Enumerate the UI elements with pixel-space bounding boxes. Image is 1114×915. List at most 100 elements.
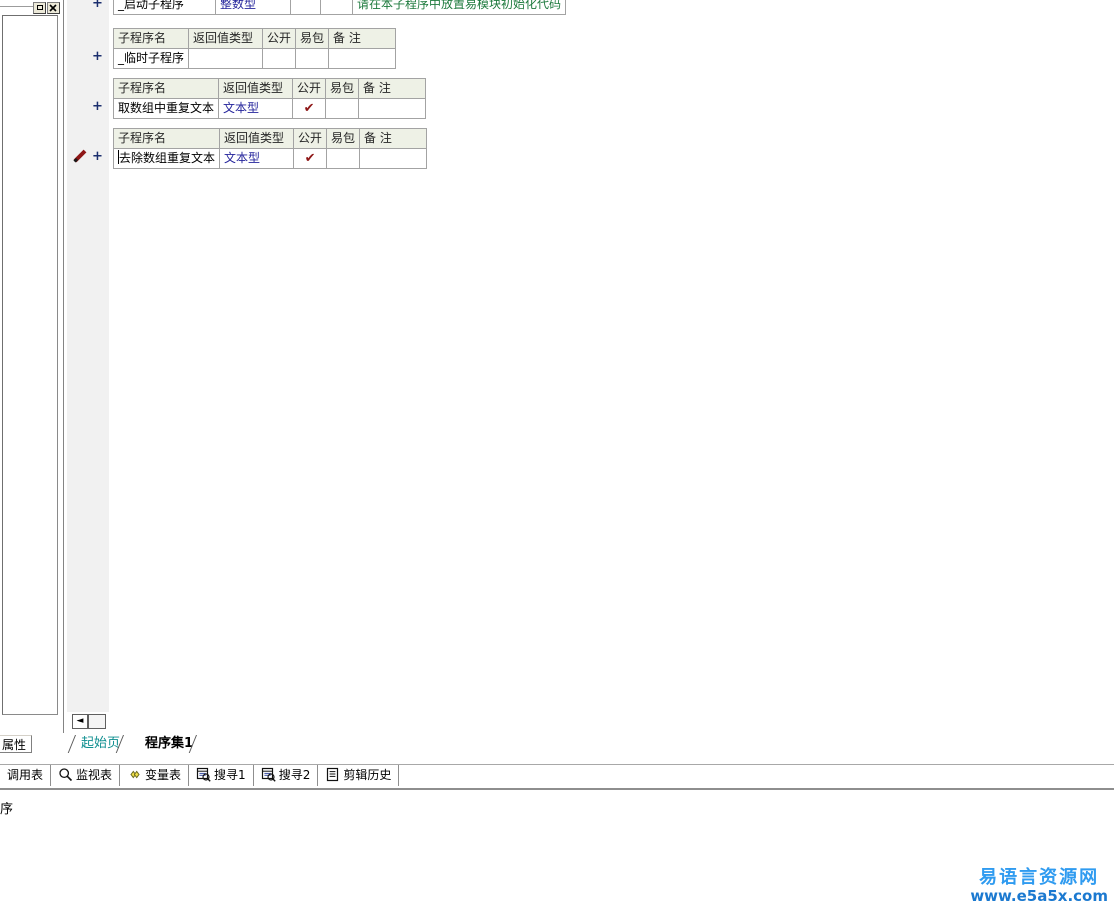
column-header-0: 子程序名	[112, 28, 190, 49]
public-flag-cell[interactable]: ✔	[292, 98, 327, 119]
tabstrip-underline	[67, 754, 1114, 755]
public-flag-cell[interactable]	[262, 48, 297, 69]
clipboard-icon	[325, 767, 340, 782]
left-docked-panel	[0, 0, 61, 733]
column-header-1: 返回值类型	[218, 78, 294, 99]
routine-table[interactable]: 子程序名 返回值类型 公开 易包备 注去除数组重复文本 文本型 ✔	[112, 128, 428, 169]
bottom-tab-1[interactable]: 监视表	[51, 765, 121, 786]
column-header-2: 公开	[292, 78, 327, 99]
routine-block[interactable]: _启动子程序 整数型 请在本子程序中放置易模块初始化代码	[113, 0, 567, 15]
column-header-4: 备 注	[328, 28, 397, 49]
expand-routine-icon[interactable]: +	[92, 0, 103, 10]
routine-name-cell[interactable]: 取数组中重复文本	[112, 98, 220, 119]
bottom-tab-label: 剪辑历史	[343, 768, 392, 782]
find-window-icon	[261, 767, 276, 782]
bottom-tool-tabs: 调用表 监视表 变量表 搜寻1 搜寻2 剪辑历史	[0, 764, 1114, 786]
note-cell[interactable]	[328, 48, 397, 69]
editor-horizontal-scrollbar[interactable]: ◄	[67, 712, 1114, 732]
routine-block[interactable]: 子程序名 返回值类型 公开 易包备 注 _临时子程序	[112, 28, 397, 69]
column-header-3: 易包	[295, 28, 330, 49]
text-caret	[118, 150, 119, 164]
tab-properties[interactable]: 属性	[0, 735, 33, 753]
routine-row[interactable]: _启动子程序 整数型 请在本子程序中放置易模块初始化代码	[113, 0, 567, 15]
expand-routine-icon[interactable]: +	[92, 150, 103, 163]
bottom-tab-label: 搜寻2	[278, 768, 311, 782]
routine-block[interactable]: 子程序名 返回值类型 公开 易包备 注去除数组重复文本 文本型 ✔	[112, 128, 428, 169]
bottom-tab-label: 调用表	[7, 768, 44, 782]
return-type-cell[interactable]: 文本型	[218, 98, 294, 119]
routine-table[interactable]: 子程序名 返回值类型 公开 易包备 注取数组中重复文本 文本型 ✔	[112, 78, 427, 119]
left-panel-content[interactable]	[2, 15, 58, 715]
left-panel-tabstrip: 属性	[0, 733, 61, 755]
routine-name-cell[interactable]: 去除数组重复文本	[112, 148, 221, 169]
expand-routine-icon[interactable]: +	[92, 50, 103, 63]
note-cell[interactable]: 请在本子程序中放置易模块初始化代码	[351, 0, 567, 15]
column-header-4: 备 注	[359, 128, 428, 149]
routine-row[interactable]: 去除数组重复文本 文本型 ✔	[112, 148, 428, 169]
column-header-0: 子程序名	[112, 128, 221, 149]
find-window-icon	[196, 767, 211, 782]
note-cell[interactable]	[358, 98, 427, 119]
routine-row[interactable]: 取数组中重复文本 文本型 ✔	[112, 98, 427, 119]
column-header-2: 公开	[262, 28, 297, 49]
note-cell[interactable]	[359, 148, 428, 169]
tab-left-slash	[71, 735, 80, 752]
public-flag-cell[interactable]	[290, 0, 321, 15]
editor-gutter: + + + +	[67, 0, 110, 712]
easy-package-cell[interactable]	[320, 0, 353, 15]
close-icon[interactable]	[47, 2, 60, 14]
public-flag-cell[interactable]: ✔	[293, 148, 328, 169]
tab-assembly-1-label: 程序集1	[145, 736, 194, 751]
bottom-tab-2[interactable]: 变量表	[120, 765, 190, 786]
bottom-tab-5[interactable]: 剪辑历史	[318, 765, 400, 786]
return-type-cell[interactable]	[188, 48, 264, 69]
titlebar-line	[0, 6, 33, 7]
column-header-1: 返回值类型	[188, 28, 264, 49]
document-tabstrip: 起始页 程序集1	[67, 733, 1114, 755]
hscrollbar-thumb[interactable]	[88, 714, 106, 729]
maximize-icon[interactable]	[33, 2, 46, 14]
close-glyph	[49, 4, 57, 12]
routine-header-row: 子程序名 返回值类型 公开 易包备 注	[112, 78, 427, 99]
splitter-bar	[63, 0, 65, 733]
easy-package-cell[interactable]	[326, 148, 361, 169]
bottom-tab-4[interactable]: 搜寻2	[254, 765, 319, 786]
routine-list-editor[interactable]: + + + + _启动子程序 整数型 请在本子程序中放置易模块初始化代码 子程序名 返回值类型…	[67, 0, 1114, 712]
routine-table[interactable]: 子程序名 返回值类型 公开 易包备 注 _临时子程序	[112, 28, 397, 69]
routine-table[interactable]: _启动子程序 整数型 请在本子程序中放置易模块初始化代码	[113, 0, 567, 15]
column-header-3: 易包	[325, 78, 360, 99]
output-text: 序	[0, 802, 14, 817]
bottom-tab-label: 搜寻1	[214, 768, 246, 782]
magnifier-icon	[58, 767, 73, 782]
column-header-1: 返回值类型	[219, 128, 295, 149]
column-header-4: 备 注	[358, 78, 427, 99]
output-pane[interactable]	[0, 786, 1114, 915]
expand-routine-icon[interactable]: +	[92, 100, 103, 113]
easy-package-cell[interactable]	[325, 98, 360, 119]
tab-start-page[interactable]: 起始页	[71, 734, 126, 753]
return-type-cell[interactable]: 文本型	[219, 148, 295, 169]
diamonds-icon	[127, 767, 142, 782]
tab-start-page-label: 起始页	[81, 736, 121, 751]
bottom-tab-3[interactable]: 搜寻1	[189, 765, 254, 786]
routine-row[interactable]: _临时子程序	[112, 48, 397, 69]
routine-name-cell[interactable]: _启动子程序	[113, 0, 216, 15]
pencil-icon	[72, 148, 88, 164]
return-type-cell[interactable]: 整数型	[215, 0, 291, 15]
column-header-3: 易包	[326, 128, 361, 149]
watermark: 易语言资源网 www.e5a5x.com	[970, 868, 1108, 905]
easy-package-cell[interactable]	[295, 48, 330, 69]
tab-right-slash	[119, 735, 128, 752]
output-divider	[0, 788, 1114, 790]
hscrollbar-track[interactable]	[72, 714, 1114, 730]
scroll-left-icon[interactable]: ◄	[72, 714, 88, 729]
watermark-title: 易语言资源网	[979, 867, 1100, 888]
left-panel-titlebar	[0, 0, 61, 14]
routine-name-cell[interactable]: _临时子程序	[112, 48, 190, 69]
bottom-tab-0[interactable]: 调用表	[0, 765, 52, 786]
routine-block[interactable]: 子程序名 返回值类型 公开 易包备 注取数组中重复文本 文本型 ✔	[112, 78, 427, 119]
routine-header-row: 子程序名 返回值类型 公开 易包备 注	[112, 128, 428, 149]
tab-assembly-1[interactable]: 程序集1	[135, 734, 199, 753]
column-header-2: 公开	[293, 128, 328, 149]
maximize-glyph	[36, 5, 43, 10]
